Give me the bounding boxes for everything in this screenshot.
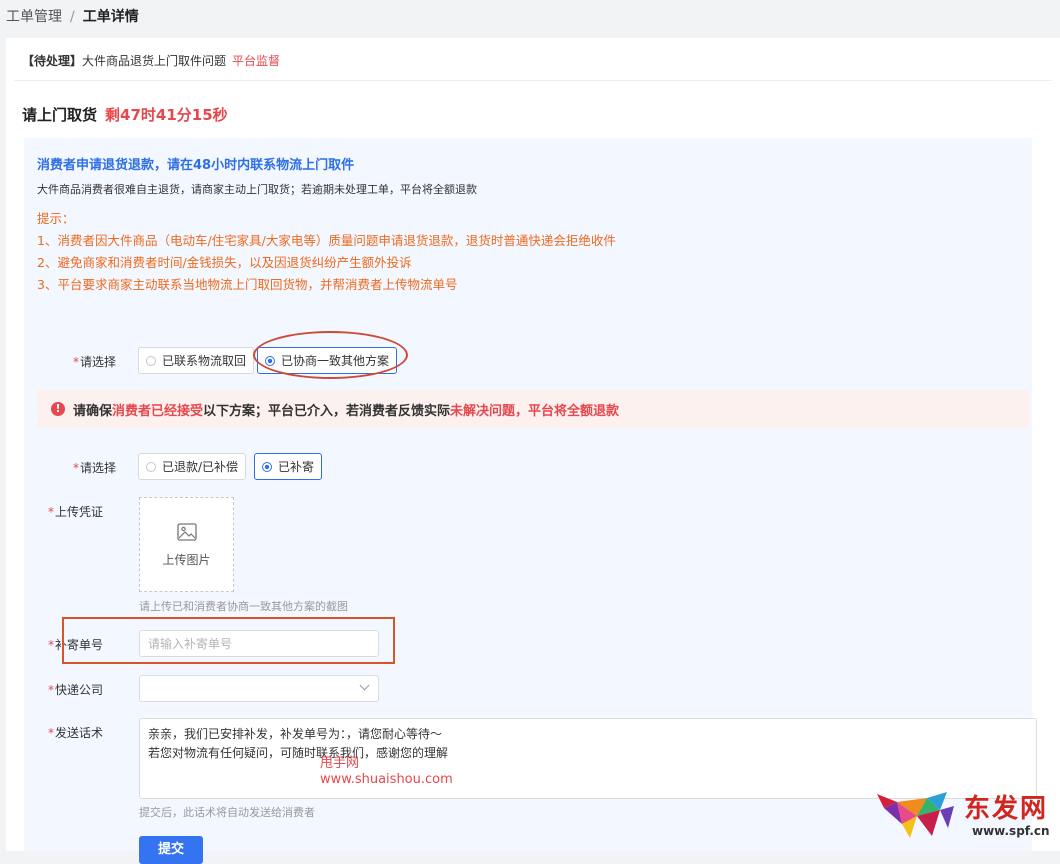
breadcrumb: 工单管理 / 工单详情 xyxy=(6,6,139,26)
message-label: *发送话术 xyxy=(48,726,104,740)
select1-label: *请选择 xyxy=(72,355,116,369)
radio-logistics-retrieved[interactable]: 已联系物流取回 xyxy=(138,347,255,374)
watermark-line2: www.shuaishou.com xyxy=(320,772,453,787)
ticket-tag: 平台监督 xyxy=(232,54,281,68)
breadcrumb-separator: / xyxy=(70,9,75,25)
upload-text: 上传图片 xyxy=(162,553,211,567)
warning-banner: ! 请确保 消费者已经接受 以下方案；平台已介入，若消费者反馈实际 未解决问题，平台将… xyxy=(37,390,1029,428)
radio-refunded[interactable]: 已退款/已补偿 xyxy=(138,453,247,480)
tracking-number-input[interactable] xyxy=(139,630,379,657)
upload-image-button[interactable]: 上传图片 xyxy=(139,497,234,592)
radio-circle-selected xyxy=(262,461,272,472)
submit-button[interactable]: 提交 xyxy=(139,836,203,864)
section-title: 请上门取货 剩47时41分15秒 xyxy=(22,104,228,125)
radio-other-solution[interactable]: 已协商一致其他方案 xyxy=(257,347,398,374)
courier-select[interactable] xyxy=(139,675,379,702)
ticket-title: 大件商品退货上门取件问题 xyxy=(82,54,227,68)
tip-item: 1、消费者因大件商品（电动车/住宅家具/大家电等）质量问题申请退货退款，退货时普… xyxy=(37,233,616,248)
radio-reshipped[interactable]: 已补寄 xyxy=(254,453,323,480)
action-panel: 消费者申请退货退款，请在48小时内联系物流上门取件 大件商品消费者很难自主退货，… xyxy=(24,138,1037,864)
breadcrumb-current: 工单详情 xyxy=(82,9,139,25)
tips: 提示： 1、消费者因大件商品（电动车/住宅家具/大家电等）质量问题申请退货退款，… xyxy=(37,208,616,296)
tip-item: 2、避免商家和消费者时间/金钱损失，以及因退货纠纷产生额外投诉 xyxy=(37,255,412,270)
radio-circle xyxy=(146,461,156,472)
countdown: 剩47时41分15秒 xyxy=(105,106,228,124)
logo-text: 东发网 xyxy=(964,794,1049,824)
radio-circle xyxy=(146,355,156,366)
site-logo: 东发网 www.spf.cn xyxy=(872,784,1052,844)
breadcrumb-parent[interactable]: 工单管理 xyxy=(6,9,62,25)
tips-heading: 提示： xyxy=(37,211,75,226)
bull-logo-icon xyxy=(877,792,954,838)
radio-circle-selected xyxy=(265,355,275,366)
courier-label: *快递公司 xyxy=(48,683,104,697)
upload-hint: 请上传已和消费者协商一致其他方案的截图 xyxy=(139,600,348,613)
select2-label: *请选择 xyxy=(72,461,116,475)
divider xyxy=(14,80,1052,81)
message-hint: 提交后，此话术将自动发送给消费者 xyxy=(139,806,315,819)
ticket-status: 【待处理】 xyxy=(22,54,83,68)
notice-title: 消费者申请退货退款，请在48小时内联系物流上门取件 xyxy=(37,158,355,173)
upload-label: *上传凭证 xyxy=(48,505,104,519)
ticket-header: 【待处理】大件商品退货上门取件问题 平台监督 xyxy=(22,52,280,69)
ticket-card: 【待处理】大件商品退货上门取件问题 平台监督 请上门取货 剩47时41分15秒 消费… xyxy=(6,38,1060,864)
warning-icon: ! xyxy=(51,402,65,416)
notice-subtitle: 大件商品消费者很难自主退货，请商家主动上门取货；若逾期未处理工单，平台将全额退款 xyxy=(37,183,477,196)
section-title-text: 请上门取货 xyxy=(22,106,98,124)
tracking-label: *补寄单号 xyxy=(48,638,104,652)
image-icon xyxy=(177,523,197,541)
tip-item: 3、平台要求商家主动联系当地物流上门取回货物，并帮消费者上传物流单号 xyxy=(37,277,458,292)
watermark-line1: 甩手网 xyxy=(320,756,360,771)
logo-url: www.spf.cn xyxy=(972,824,1050,838)
chevron-down-icon xyxy=(359,680,370,691)
